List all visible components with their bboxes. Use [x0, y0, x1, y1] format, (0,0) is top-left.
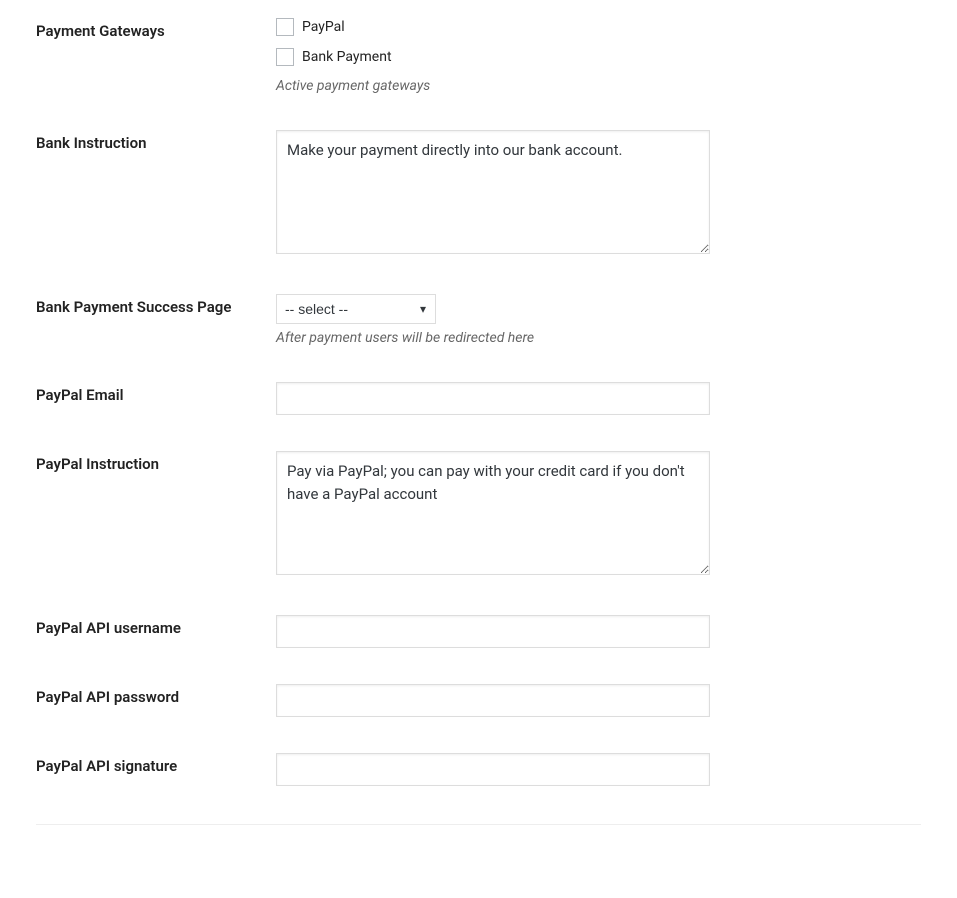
label-paypal-email: PayPal Email — [0, 364, 276, 433]
checkbox-paypal-label: PayPal — [302, 19, 345, 35]
cell-paypal-api-username — [276, 597, 957, 666]
bank-instruction-textarea[interactable]: Make your payment directly into our bank… — [276, 130, 710, 254]
label-payment-gateways: Payment Gateways — [0, 0, 276, 112]
label-bank-success-page: Bank Payment Success Page — [0, 276, 276, 364]
label-bank-instruction: Bank Instruction — [0, 112, 276, 276]
cell-payment-gateways: PayPal Bank Payment Active payment gatew… — [276, 0, 957, 112]
bank-success-select-wrap: -- select -- — [276, 294, 436, 324]
paypal-api-signature-input[interactable] — [276, 753, 710, 786]
cell-paypal-instruction: Pay via PayPal; you can pay with your cr… — [276, 433, 957, 597]
label-paypal-api-signature: PayPal API signature — [0, 735, 276, 804]
label-paypal-instruction: PayPal Instruction — [0, 433, 276, 597]
cell-paypal-email — [276, 364, 957, 433]
checkbox-bank-wrap[interactable]: Bank Payment — [276, 48, 947, 66]
cell-bank-instruction: Make your payment directly into our bank… — [276, 112, 957, 276]
bank-success-description: After payment users will be redirected h… — [276, 330, 947, 346]
checkbox-paypal-wrap[interactable]: PayPal — [276, 18, 947, 36]
section-divider — [36, 824, 921, 825]
checkbox-bank-label: Bank Payment — [302, 49, 392, 65]
cell-bank-success-page: -- select -- After payment users will be… — [276, 276, 957, 364]
settings-form-table: Payment Gateways PayPal Bank Payment Act… — [0, 0, 957, 804]
checkbox-paypal[interactable] — [276, 18, 294, 36]
paypal-email-input[interactable] — [276, 382, 710, 415]
paypal-instruction-textarea[interactable]: Pay via PayPal; you can pay with your cr… — [276, 451, 710, 575]
paypal-api-password-input[interactable] — [276, 684, 710, 717]
cell-paypal-api-password — [276, 666, 957, 735]
checkbox-bank[interactable] — [276, 48, 294, 66]
payment-gateways-description: Active payment gateways — [276, 78, 947, 94]
bank-success-select[interactable]: -- select -- — [276, 294, 436, 324]
paypal-api-username-input[interactable] — [276, 615, 710, 648]
label-paypal-api-username: PayPal API username — [0, 597, 276, 666]
cell-paypal-api-signature — [276, 735, 957, 804]
label-paypal-api-password: PayPal API password — [0, 666, 276, 735]
